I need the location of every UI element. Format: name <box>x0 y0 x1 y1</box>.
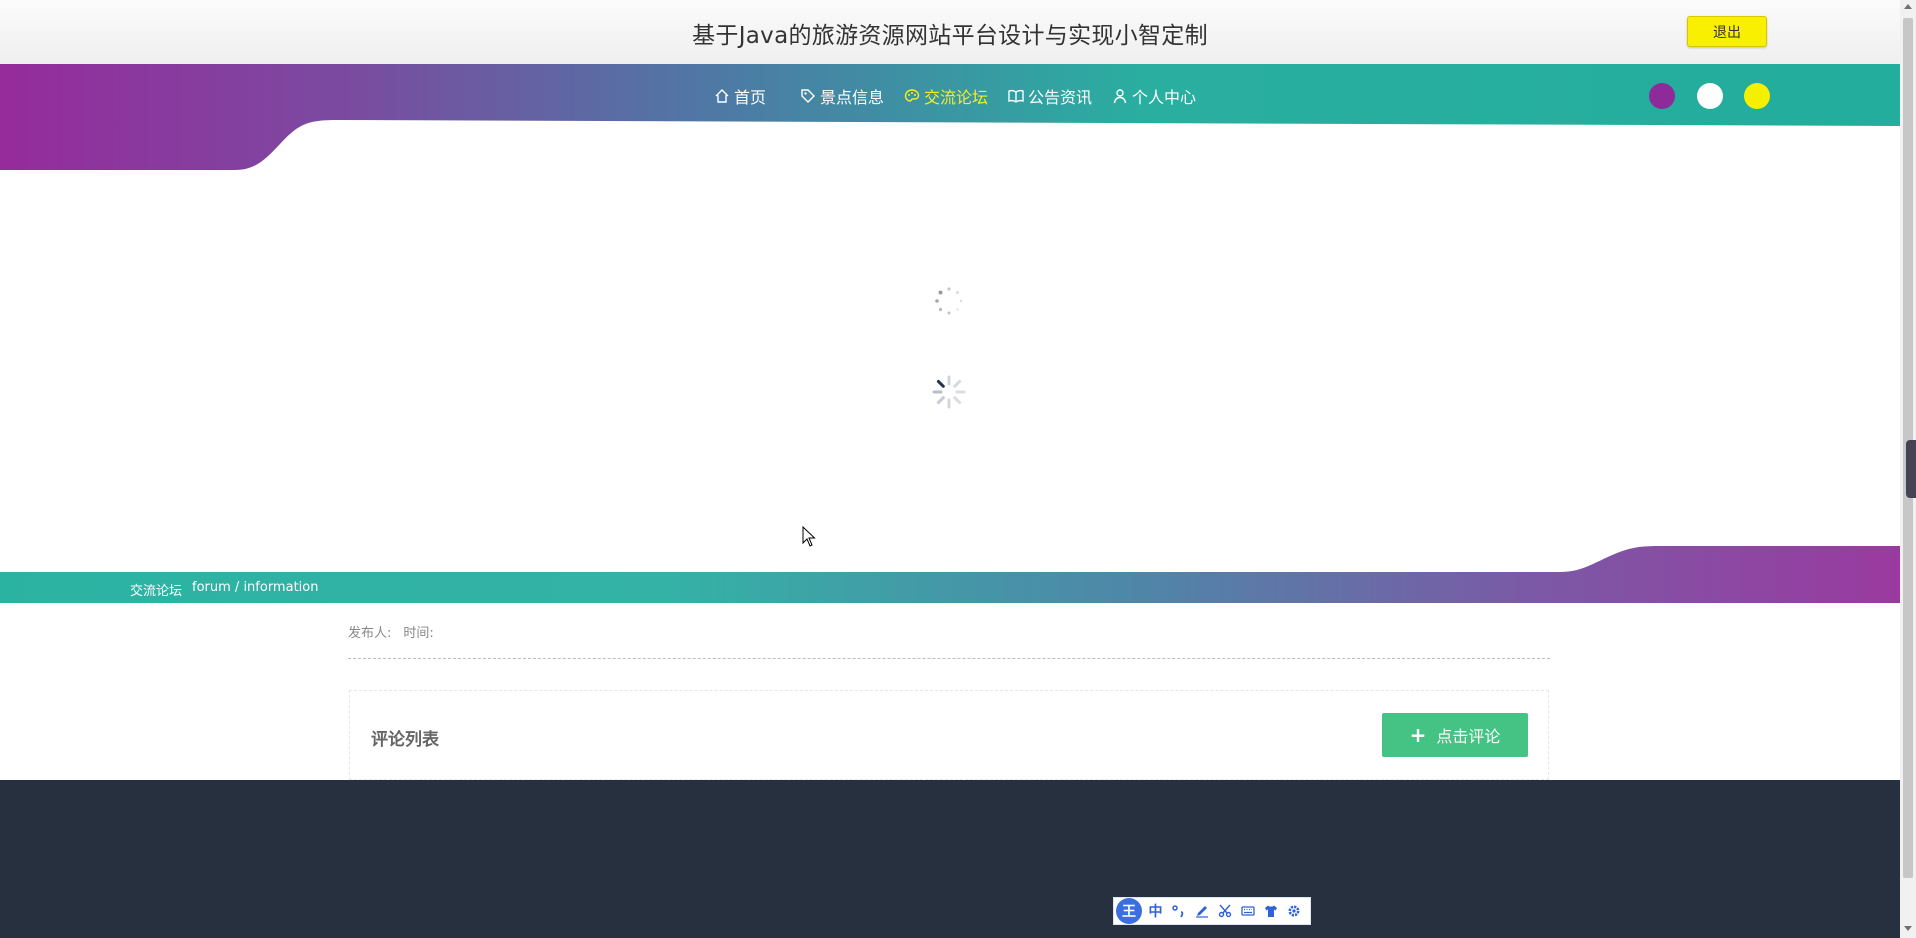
theme-dot-purple[interactable] <box>1649 83 1675 109</box>
palette-icon <box>904 89 920 102</box>
skin-shirt-icon[interactable] <box>1261 901 1280 921</box>
nav-item-home[interactable]: 首页 <box>714 84 766 108</box>
nav-item-profile[interactable]: 个人中心 <box>1112 84 1196 108</box>
footer <box>0 780 1900 938</box>
page: 基于Java的旅游资源网站平台设计与实现小智定制 退出 首页 景点信息 交流论坛… <box>0 0 1900 938</box>
loading-spinner-icon <box>935 287 963 315</box>
theme-dot-white[interactable] <box>1697 83 1723 109</box>
nav-label-attractions: 景点信息 <box>820 88 885 107</box>
settings-gear-icon[interactable] <box>1284 901 1303 921</box>
publisher-label: 发布人: <box>348 626 392 641</box>
plus-icon: + <box>1409 723 1427 747</box>
logout-button[interactable]: 退出 <box>1687 16 1767 47</box>
breadcrumb-title: 交流论坛 <box>130 584 183 599</box>
title-bar: 基于Java的旅游资源网站平台设计与实现小智定制 退出 <box>0 0 1900 64</box>
nav-label-announcements: 公告资讯 <box>1028 88 1093 107</box>
loading-spinner-bars-icon <box>932 375 966 409</box>
home-icon <box>715 89 729 103</box>
side-panel-handle[interactable] <box>1906 440 1916 498</box>
pen-icon[interactable] <box>1192 901 1211 921</box>
divider <box>348 658 1550 659</box>
nav-band <box>0 64 1900 174</box>
ime-mode-toggle[interactable]: 中 <box>1146 901 1165 921</box>
scissors-icon[interactable] <box>1215 901 1234 921</box>
site-title: 基于Java的旅游资源网站平台设计与实现小智定制 <box>692 23 1208 49</box>
breadcrumb-sub: forum / information <box>192 580 319 595</box>
tag-icon <box>801 89 815 103</box>
scroll-down-icon[interactable] <box>1904 926 1912 931</box>
nav-item-attractions[interactable]: 景点信息 <box>800 84 884 108</box>
time-label: 时间: <box>403 626 434 641</box>
punctuation-icon[interactable] <box>1169 901 1188 921</box>
ime-toolbar: 王 中 <box>1113 897 1311 925</box>
breadcrumb: 交流论坛 forum / information <box>130 580 318 599</box>
nav-label-profile: 个人中心 <box>1132 88 1197 107</box>
post-meta: 发布人: 时间: <box>348 622 434 641</box>
nav-label-forum: 交流论坛 <box>924 88 989 107</box>
nav-item-forum[interactable]: 交流论坛 <box>904 84 988 108</box>
ime-logo-icon[interactable]: 王 <box>1116 898 1142 924</box>
scroll-up-icon[interactable] <box>1904 4 1912 9</box>
add-comment-button[interactable]: + 点击评论 <box>1382 713 1528 757</box>
user-icon <box>1113 89 1127 104</box>
nav-label-home: 首页 <box>734 88 767 107</box>
keyboard-icon[interactable] <box>1238 901 1257 921</box>
nav-item-announcements[interactable]: 公告资讯 <box>1008 84 1092 108</box>
comments-title: 评论列表 <box>371 730 439 750</box>
add-comment-label: 点击评论 <box>1436 727 1501 746</box>
book-icon <box>1008 89 1024 103</box>
theme-dot-yellow[interactable] <box>1744 83 1770 109</box>
comments-panel: 评论列表 + 点击评论 <box>349 690 1549 780</box>
